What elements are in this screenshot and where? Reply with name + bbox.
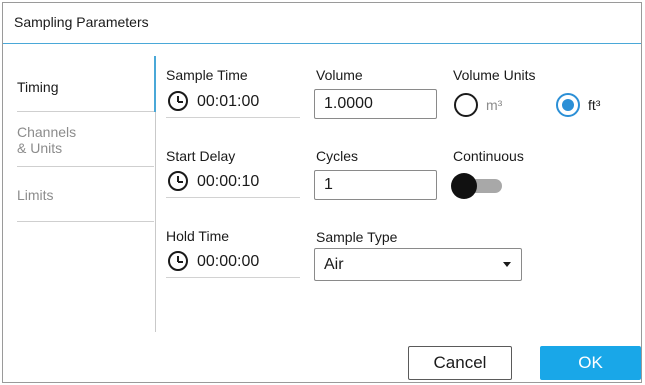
- radio-ft3-label: ft³: [588, 97, 601, 113]
- continuous-toggle-knob[interactable]: [451, 173, 477, 199]
- start-delay-field[interactable]: 00:00:10: [166, 169, 300, 198]
- continuous-label: Continuous: [453, 148, 524, 164]
- clock-icon: [168, 91, 188, 111]
- nav-item-channels-label-line2: & Units: [17, 140, 63, 156]
- start-delay-value: 00:00:10: [197, 173, 260, 190]
- sample-type-select[interactable]: Air: [314, 248, 522, 281]
- hold-time-value: 00:00:00: [197, 253, 260, 270]
- nav-item-timing[interactable]: Timing: [17, 56, 154, 112]
- clock-icon: [168, 251, 188, 271]
- start-delay-label: Start Delay: [166, 148, 236, 164]
- nav-item-channels-units[interactable]: Channels & Units: [17, 112, 154, 167]
- radio-m3-label: m³: [486, 97, 503, 113]
- nav-active-indicator: [154, 56, 156, 112]
- nav-item-limits[interactable]: Limits: [17, 167, 154, 222]
- radio-ft3[interactable]: [556, 93, 580, 117]
- nav-item-timing-label: Timing: [17, 79, 59, 95]
- sample-type-label: Sample Type: [316, 229, 398, 245]
- hold-time-label: Hold Time: [166, 228, 230, 244]
- ok-button[interactable]: OK: [540, 346, 641, 380]
- volume-label: Volume: [316, 67, 363, 83]
- cycles-input[interactable]: 1: [314, 170, 437, 200]
- sampling-parameters-dialog: Sampling Parameters Timing Channels & Un…: [2, 2, 642, 383]
- dialog-titlebar: Sampling Parameters: [3, 3, 641, 44]
- nav-item-limits-label: Limits: [17, 187, 54, 203]
- volume-input[interactable]: 1.0000: [314, 89, 437, 119]
- cycles-label: Cycles: [316, 148, 359, 164]
- volume-units-label: Volume Units: [453, 67, 536, 83]
- sample-time-value: 00:01:00: [197, 93, 260, 110]
- hold-time-field[interactable]: 00:00:00: [166, 249, 300, 278]
- cancel-button[interactable]: Cancel: [408, 346, 512, 380]
- radio-m3[interactable]: [454, 93, 478, 117]
- sample-time-field[interactable]: 00:01:00: [166, 89, 300, 118]
- nav-item-channels-label-line1: Channels: [17, 124, 77, 140]
- sample-time-label: Sample Time: [166, 67, 248, 83]
- sample-type-value: Air: [324, 256, 344, 273]
- dialog-title: Sampling Parameters: [14, 14, 149, 30]
- clock-icon: [168, 171, 188, 191]
- chevron-down-icon: [503, 262, 511, 267]
